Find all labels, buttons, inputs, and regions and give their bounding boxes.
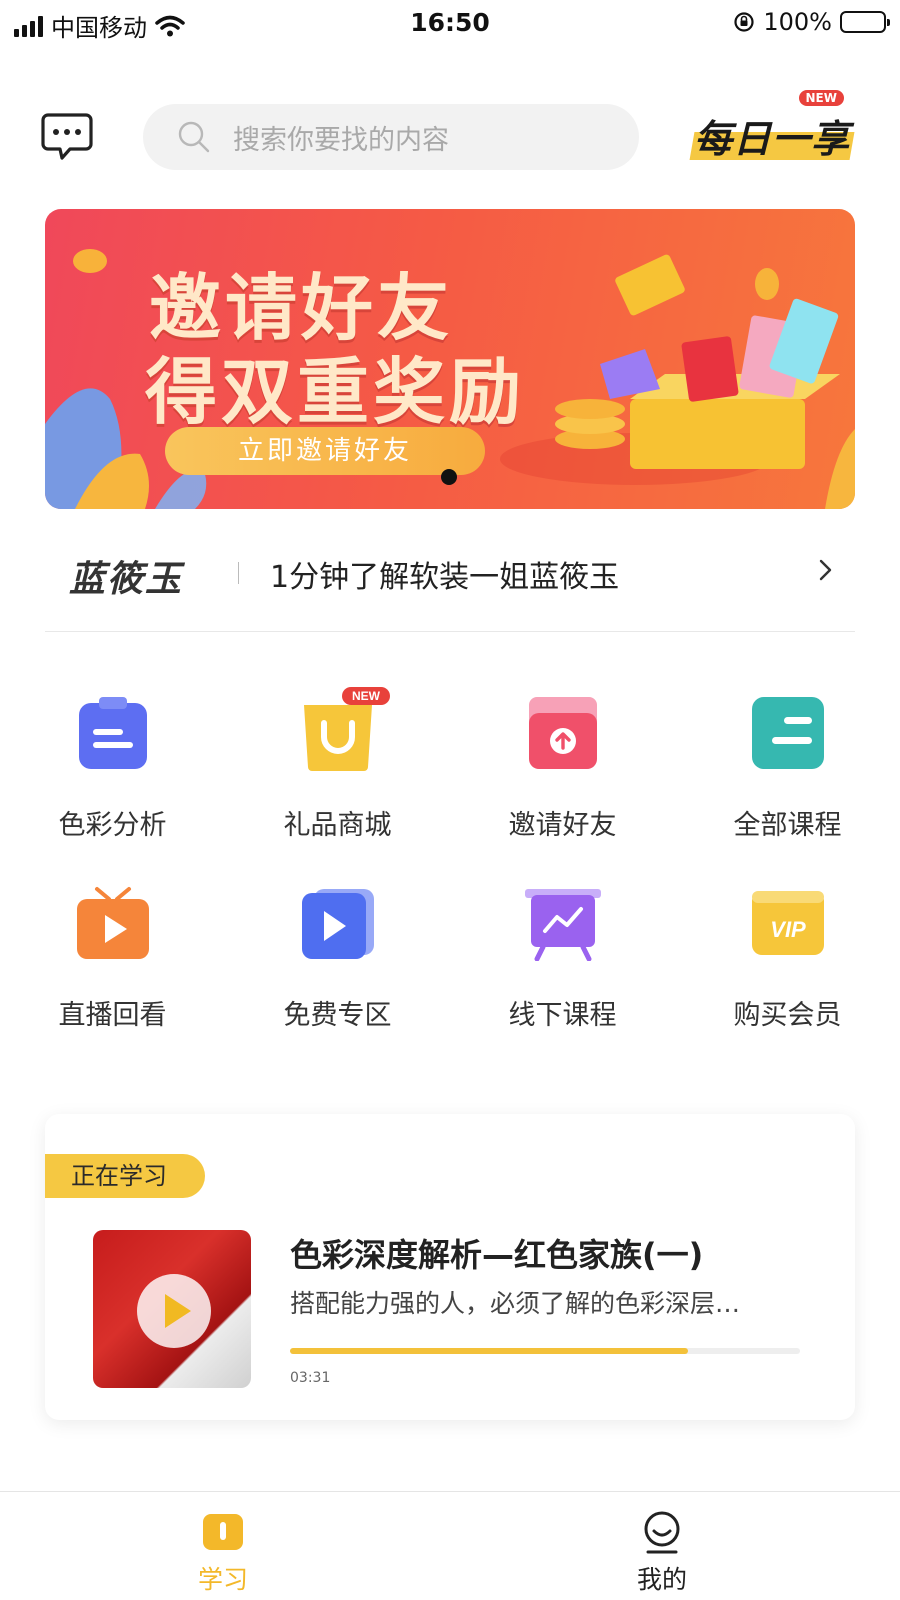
header: 搜索你要找的内容 每日一享 NEW xyxy=(0,90,900,176)
notice-divider xyxy=(238,562,239,584)
grid-item-gift-mall[interactable]: NEW 礼品商城 xyxy=(225,687,450,855)
brand-logo: 蓝筱玉 xyxy=(69,559,184,600)
message-icon[interactable] xyxy=(40,112,94,162)
notice-bar[interactable]: 蓝筱玉 1分钟了解软装一姐蓝筱玉 xyxy=(45,540,855,632)
progress-bar xyxy=(290,1348,800,1354)
envelope-upload-icon xyxy=(529,697,597,769)
bottom-tab-bar: 学习 我的 xyxy=(0,1491,900,1600)
status-bar: 中国移动 16:50 100% xyxy=(0,0,900,46)
tab-study[interactable]: 学习 xyxy=(123,1510,323,1596)
book-icon xyxy=(203,1514,243,1550)
orientation-lock-icon xyxy=(734,12,754,32)
search-input[interactable]: 搜索你要找的内容 xyxy=(143,104,639,170)
invite-banner[interactable]: 邀请好友 得双重奖励 立即邀请好友 xyxy=(45,209,855,509)
daily-share-button[interactable]: 每日一享 NEW xyxy=(688,90,858,166)
play-time: 03:31 xyxy=(290,1370,331,1386)
tab-mine[interactable]: 我的 xyxy=(562,1510,762,1596)
course-list-icon xyxy=(752,697,824,769)
course-description: 搭配能力强的人，必须了解的色彩深层… xyxy=(290,1289,741,1318)
tv-play-icon xyxy=(77,887,149,959)
grid-item-all-courses[interactable]: 全部课程 xyxy=(675,695,900,855)
battery-label: 100% xyxy=(763,8,832,36)
course-thumbnail[interactable] xyxy=(93,1230,251,1388)
grid-item-label: 购买会员 xyxy=(733,1000,842,1031)
search-placeholder: 搜索你要找的内容 xyxy=(233,124,449,156)
grid-item-label: 全部课程 xyxy=(733,810,842,841)
grid-item-color-analysis[interactable]: 色彩分析 xyxy=(0,695,225,855)
tab-label: 我的 xyxy=(636,1565,687,1594)
grid-item-label: 邀请好友 xyxy=(508,810,617,841)
svg-text:VIP: VIP xyxy=(770,917,806,942)
grid-item-invite-friends[interactable]: 邀请好友 xyxy=(450,695,675,855)
grid-item-label: 免费专区 xyxy=(283,1000,392,1031)
notice-text: 1分钟了解软装一姐蓝筱玉 xyxy=(270,560,620,595)
grid-item-label: 线下课程 xyxy=(508,1000,617,1031)
status-right: 100% xyxy=(733,8,890,36)
clipboard-icon xyxy=(79,697,147,769)
carousel-indicator[interactable] xyxy=(441,469,457,485)
learning-tag: 正在学习 xyxy=(45,1154,205,1198)
banner-title-line2: 得双重奖励 xyxy=(145,350,526,434)
profile-icon xyxy=(644,1511,680,1554)
daily-share-label: 每日一享 xyxy=(694,117,851,161)
progress-fill xyxy=(290,1348,688,1354)
grid-item-free-zone[interactable]: 免费专区 xyxy=(225,885,450,1045)
vip-card-icon: VIP xyxy=(752,891,824,955)
tab-label: 学习 xyxy=(197,1565,248,1594)
play-icon[interactable] xyxy=(137,1274,211,1348)
grid-item-buy-membership[interactable]: VIP 购买会员 xyxy=(675,885,900,1045)
battery-icon xyxy=(840,11,890,33)
video-play-icon xyxy=(302,889,374,959)
grid-item-live-replay[interactable]: 直播回看 xyxy=(0,885,225,1045)
presentation-board-icon xyxy=(525,889,601,961)
grid-item-label: 直播回看 xyxy=(58,1000,167,1031)
course-title: 色彩深度解析—红色家族(一) xyxy=(290,1236,704,1274)
search-icon xyxy=(178,121,210,153)
invite-now-button[interactable]: 立即邀请好友 xyxy=(165,427,485,475)
currently-learning-card[interactable]: 正在学习 色彩深度解析—红色家族(一) 搭配能力强的人，必须了解的色彩深层… 0… xyxy=(45,1114,855,1420)
new-badge-text: NEW xyxy=(352,689,381,703)
shopping-bag-icon: NEW xyxy=(304,687,390,771)
chevron-right-icon xyxy=(819,559,832,581)
grid-item-label: 礼品商城 xyxy=(283,810,392,841)
grid-item-label: 色彩分析 xyxy=(58,810,167,841)
grid-item-offline-courses[interactable]: 线下课程 xyxy=(450,885,675,1045)
new-badge: NEW xyxy=(798,90,844,106)
